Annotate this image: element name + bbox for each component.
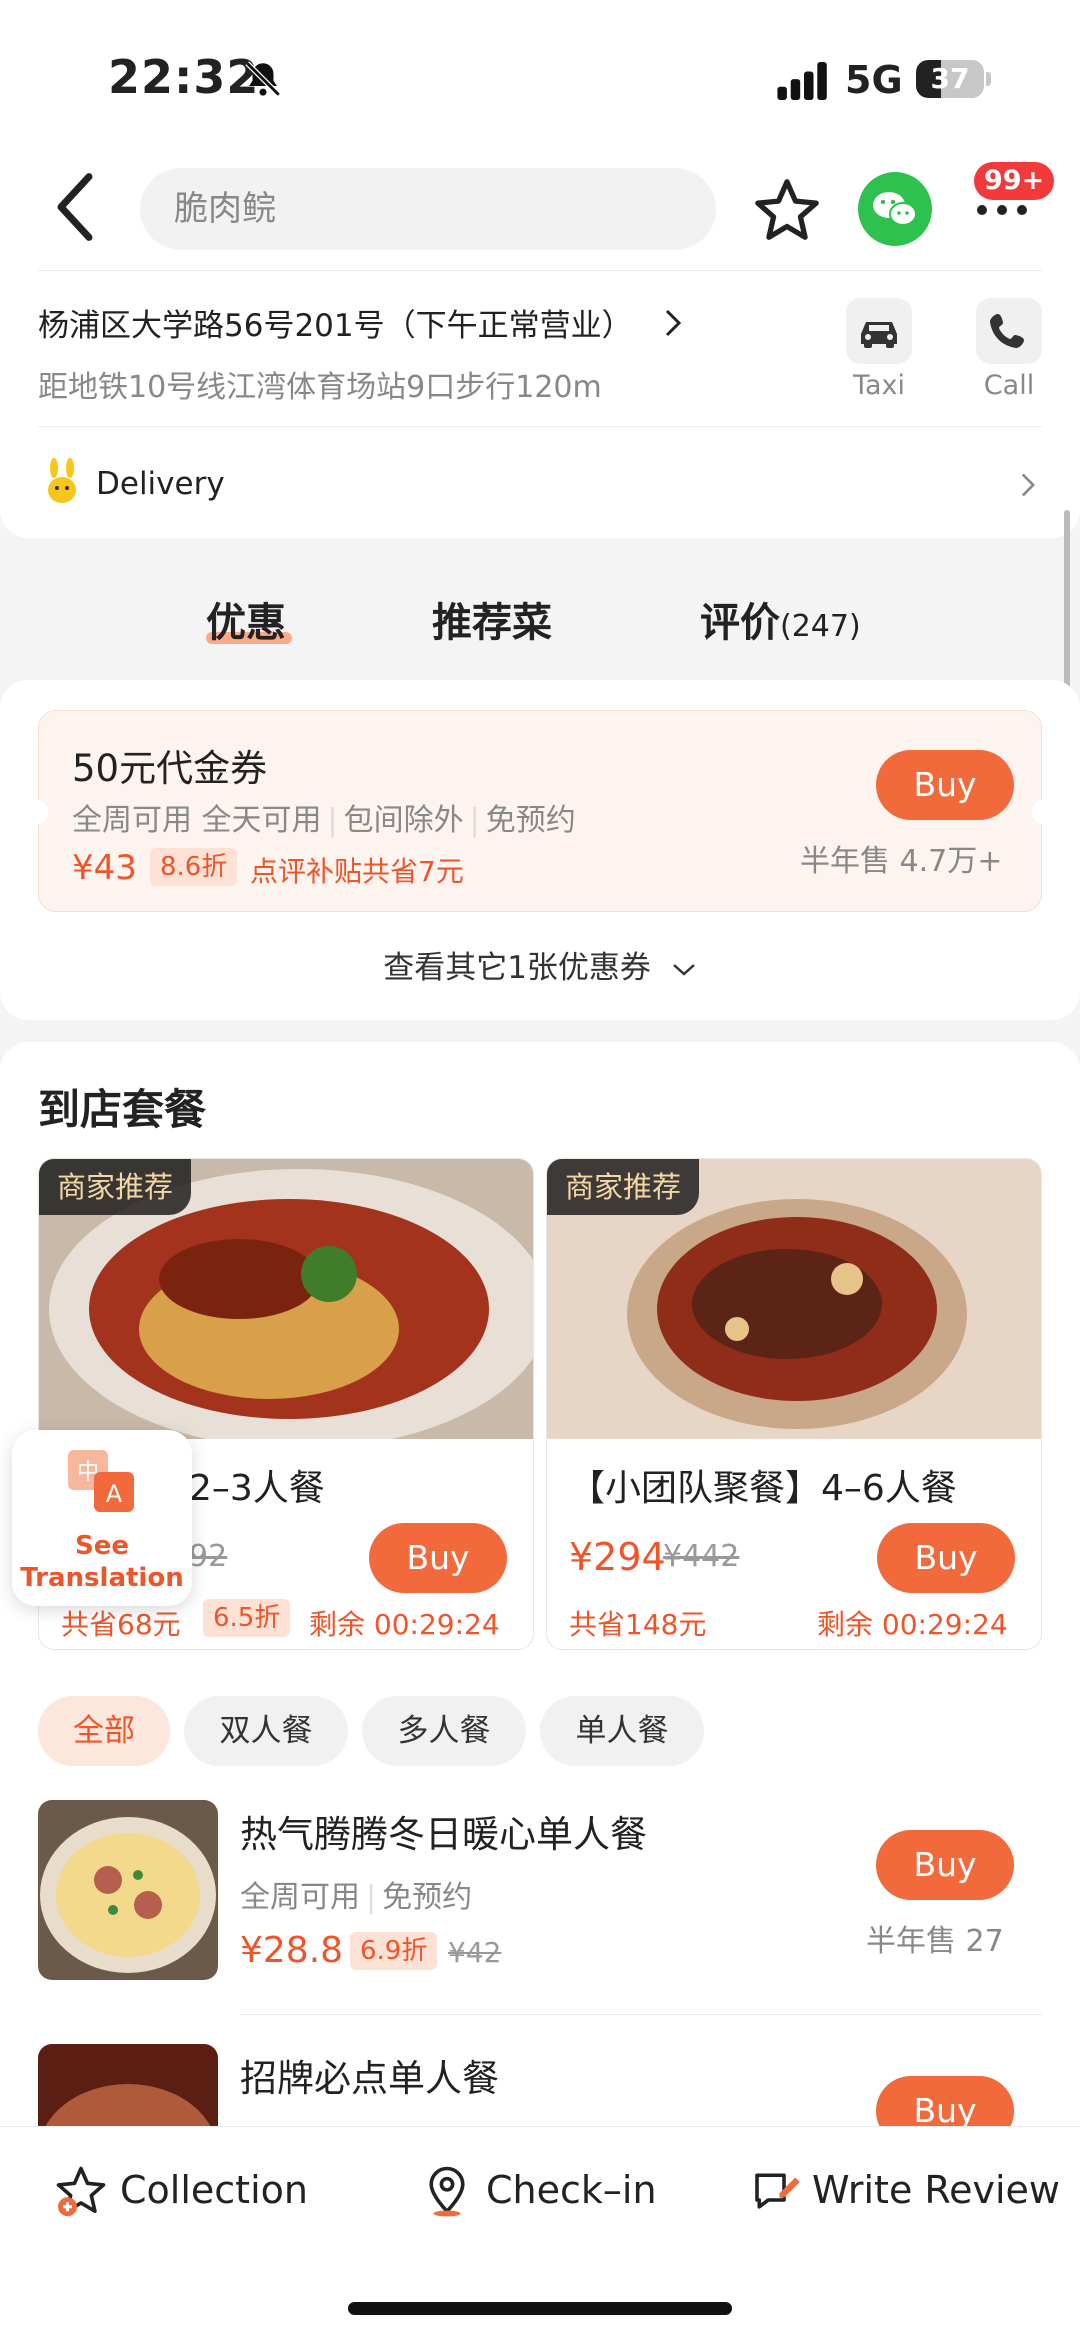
call-label: Call — [983, 370, 1035, 401]
combo-savings: 共省68元 — [61, 1608, 181, 1641]
location-pin-icon — [429, 2166, 465, 2217]
star-add-icon — [56, 2166, 106, 2217]
more-coupons-label: 查看其它1张优惠券 — [383, 950, 651, 986]
chevron-down-icon — [672, 963, 695, 976]
collection-button[interactable]: Collection — [54, 2160, 314, 2220]
tab-reviews[interactable]: 评价(247) — [700, 590, 861, 648]
item-name[interactable]: 招牌必点单人餐 — [240, 2048, 499, 2102]
item-name[interactable]: 热气腾腾冬日暖心单人餐 — [240, 1804, 647, 1858]
favorite-star-icon[interactable] — [752, 176, 822, 246]
back-arrow-icon[interactable] — [50, 172, 100, 242]
combo-original-price: 92 — [189, 1539, 228, 1574]
voucher-tag: 免预约 — [485, 803, 576, 838]
store-address[interactable]: 杨浦区大学路56号201号（下午正常营业） — [38, 300, 633, 345]
combo-name: 【小团队聚餐】4–6人餐 — [569, 1468, 957, 1509]
checkin-label: Check–in — [486, 2168, 657, 2212]
item-buy-button[interactable]: Buy — [876, 1830, 1014, 1900]
translate-button[interactable]: 中 A See Translation — [12, 1430, 192, 1606]
tab-deals[interactable]: 优惠 — [206, 590, 286, 648]
search-input[interactable]: 脆肉鲩 — [140, 168, 716, 250]
voucher-tag: 包间除外 — [343, 803, 464, 838]
voucher-buy-button[interactable]: Buy — [876, 750, 1014, 820]
delivery-label[interactable]: Delivery — [96, 466, 225, 502]
voucher-price: ¥43 — [72, 848, 137, 888]
tab-recommended-label: 推荐菜 — [432, 600, 552, 646]
filter-single[interactable]: 单人餐 — [540, 1696, 704, 1766]
write-review-button[interactable]: Write Review — [748, 2160, 1060, 2220]
signal-icon — [777, 62, 827, 100]
divider — [38, 270, 1042, 271]
recommend-tag: 商家推荐 — [547, 1159, 700, 1215]
divider — [38, 426, 1042, 427]
item-tags: 全周可用 | 免预约 — [240, 1880, 473, 1915]
checkin-button[interactable]: Check–in — [420, 2160, 670, 2220]
voucher-subsidy: 点评补贴共省7元 — [250, 855, 464, 888]
tab-reviews-label: 评价 — [700, 600, 780, 646]
translate-label: See Translation — [20, 1531, 184, 1593]
taxi-button[interactable] — [846, 298, 912, 364]
section-title: 到店套餐 — [38, 1085, 207, 1134]
filter-double[interactable]: 双人餐 — [184, 1696, 348, 1766]
chevron-right-icon — [665, 309, 682, 337]
write-review-label: Write Review — [812, 2168, 1060, 2212]
item-tag: 全周可用 — [240, 1880, 360, 1915]
status-time: 22:32 — [108, 50, 260, 104]
status-bar: 22:32 5G 37 — [0, 0, 1080, 150]
combo-original-price: ¥442 — [663, 1539, 740, 1574]
tab-deals-label: 优惠 — [206, 600, 286, 646]
subway-distance: 距地铁10号线江湾体育场站9口步行120m — [38, 370, 602, 405]
coupon-notch — [28, 800, 48, 824]
tab-reviews-count: (247) — [780, 609, 861, 644]
combo-buy-button[interactable]: Buy — [877, 1523, 1015, 1593]
battery-icon: 37 — [916, 60, 984, 98]
item-tag: 免预约 — [382, 1880, 473, 1915]
dish-image — [38, 1800, 218, 1980]
filter-all[interactable]: 全部 — [38, 1696, 170, 1766]
combo-discount-tag: 6.5折 — [203, 1599, 291, 1637]
voucher-title: 50元代金券 — [72, 747, 268, 790]
combo-name: 2–3人餐 — [189, 1468, 325, 1509]
wechat-share-button[interactable] — [858, 172, 932, 246]
item-original-price: ¥42 — [448, 1936, 502, 1969]
recommend-tag: 商家推荐 — [39, 1159, 192, 1215]
wechat-icon — [873, 192, 917, 226]
chevron-right-icon[interactable] — [1020, 472, 1036, 498]
combo-countdown: 剩余 00:29:24 — [309, 1608, 500, 1641]
more-coupons-link[interactable]: 查看其它1张优惠券 — [0, 942, 1080, 987]
network-type: 5G — [845, 58, 903, 102]
voucher-tag: 全周可用 全天可用 — [72, 803, 322, 838]
svg-text:A: A — [106, 1480, 123, 1508]
combo-buy-button[interactable]: Buy — [369, 1523, 507, 1593]
item-sold-count: 半年售 27 — [866, 1924, 1004, 1959]
taxi-label: Taxi — [852, 370, 906, 401]
home-indicator[interactable] — [348, 2302, 732, 2315]
item-price: ¥28.8 — [240, 1930, 344, 1971]
tab-recommended[interactable]: 推荐菜 — [432, 590, 552, 648]
translate-icon: 中 A — [68, 1450, 134, 1512]
delivery-rabbit-icon — [48, 458, 76, 503]
battery-tip — [986, 72, 991, 86]
combo-countdown: 剩余 00:29:24 — [817, 1608, 1008, 1641]
filter-group[interactable]: 多人餐 — [362, 1696, 526, 1766]
voucher-sold-count: 半年售 4.7万+ — [800, 844, 1003, 879]
coupon-notch — [1032, 800, 1052, 824]
car-icon — [861, 322, 897, 348]
battery-level: 37 — [930, 62, 970, 95]
divider — [240, 2014, 1042, 2015]
bell-muted-icon — [245, 61, 281, 97]
collection-label: Collection — [120, 2168, 308, 2212]
phone-icon — [990, 314, 1024, 348]
combo-card[interactable]: 商家推荐 【小团队聚餐】4–6人餐 ¥294 ¥442 Buy 共省148元 剩… — [546, 1158, 1042, 1650]
item-discount-tag: 6.9折 — [350, 1932, 438, 1970]
call-button[interactable] — [976, 298, 1042, 364]
voucher-tags: 全周可用 全天可用 | 包间除外 | 免预约 — [72, 803, 576, 838]
voucher-discount-tag: 8.6折 — [150, 848, 238, 886]
combo-savings: 共省148元 — [569, 1608, 707, 1641]
combo-price: ¥294 — [569, 1535, 666, 1579]
edit-review-icon — [755, 2173, 800, 2209]
dish-thumbnail[interactable] — [38, 1800, 218, 1980]
notification-badge: 99+ — [974, 162, 1055, 200]
